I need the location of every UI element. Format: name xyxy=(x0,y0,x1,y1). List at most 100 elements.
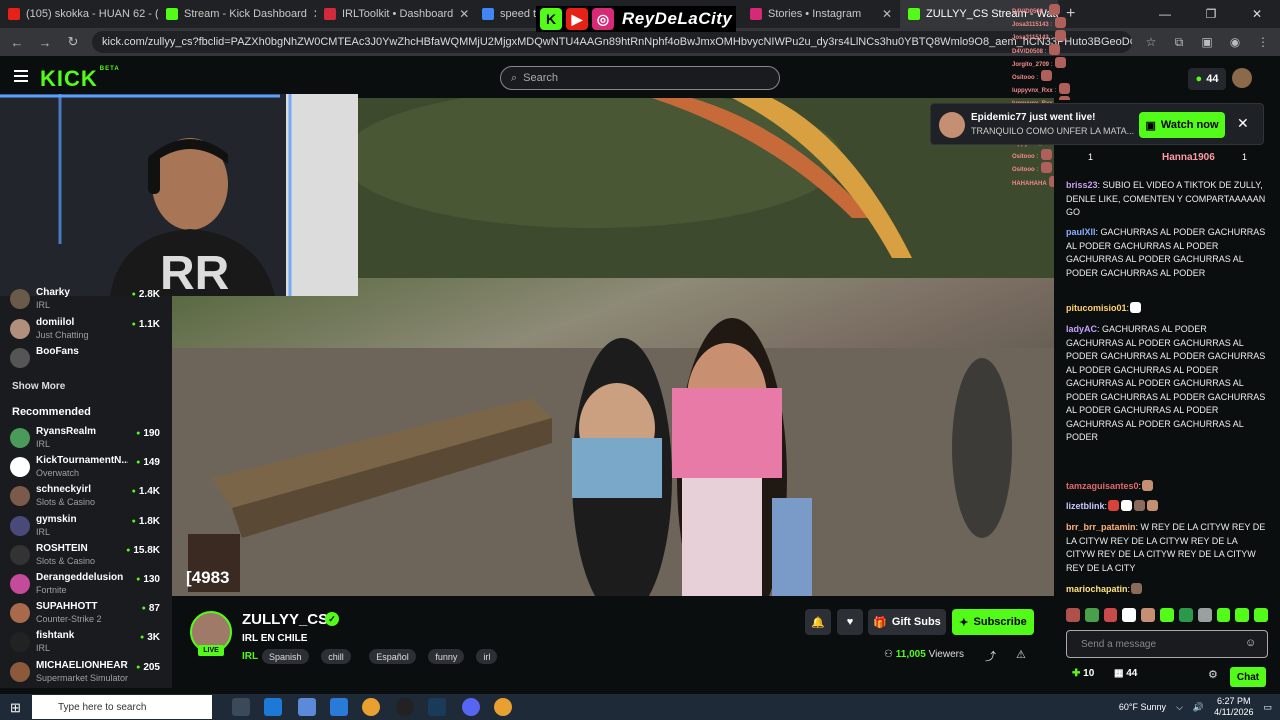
sidebar-channel[interactable]: gymskinIRL 1.8K xyxy=(10,513,168,539)
chat-send-button[interactable]: Chat xyxy=(1230,667,1266,687)
kick-logo[interactable]: KICK BETA xyxy=(40,66,120,92)
tab-favicon-icon xyxy=(324,8,336,20)
sidebar-channel[interactable]: schneckyirlSlots & Casino 1.4K xyxy=(10,483,168,509)
clock[interactable]: 6:27 PM 4/11/2026 xyxy=(1214,696,1253,718)
chat-settings-icon[interactable]: ⚙ xyxy=(1208,668,1218,681)
emote-icon[interactable] xyxy=(1216,608,1231,622)
chat-points[interactable]: ✚ 10 xyxy=(1072,668,1094,679)
chat-gifts[interactable]: ▦ 44 xyxy=(1114,668,1137,679)
emote-icon[interactable] xyxy=(1235,608,1250,622)
back-icon[interactable]: ← xyxy=(8,35,26,50)
watch-now-button[interactable]: ▣ Watch now xyxy=(1139,112,1225,138)
chrome-icon[interactable] xyxy=(362,698,380,716)
emoji-icon[interactable]: ☺ xyxy=(1245,637,1256,649)
profile-icon[interactable]: ◉ xyxy=(1226,35,1244,49)
obs-icon[interactable] xyxy=(396,698,414,716)
chat-input[interactable]: Send a message xyxy=(1066,630,1268,658)
chat-username[interactable]: paulXll xyxy=(1066,227,1096,237)
bookmark-star-icon[interactable]: ☆ xyxy=(1142,35,1160,49)
chat-username[interactable]: lizetblink xyxy=(1066,501,1105,511)
menu-icon[interactable]: ⋮ xyxy=(1254,35,1272,49)
task-view-icon[interactable] xyxy=(232,698,250,716)
sidebar-channel[interactable]: domiilol Just Chatting 1.1K xyxy=(10,316,168,342)
volume-icon[interactable]: 🔊 xyxy=(1193,702,1204,713)
show-more-link[interactable]: Show More xyxy=(12,381,65,392)
browser-tab[interactable]: (105) skokka - HUAN 62 - (Video)✕ xyxy=(0,0,158,28)
sidebar-channel[interactable]: ROSHTEINSlots & Casino 15.8K xyxy=(10,542,168,568)
minimize-button[interactable]: — xyxy=(1142,7,1188,21)
tab-close-icon[interactable]: ✕ xyxy=(459,7,469,21)
emote-icon[interactable] xyxy=(1178,608,1193,622)
close-window-button[interactable]: ✕ xyxy=(1234,7,1280,21)
gift-subs-button[interactable]: 🎁 Gift Subs xyxy=(868,609,946,635)
stream-tag[interactable]: chill xyxy=(321,649,351,664)
notification-center-icon[interactable]: ▭ xyxy=(1263,702,1272,713)
user-avatar[interactable] xyxy=(1232,68,1252,88)
sidebar-channel[interactable]: fishtankIRL 3K xyxy=(10,629,168,655)
stream-tag[interactable]: irl xyxy=(476,649,498,664)
emote-icon[interactable] xyxy=(1197,608,1212,622)
chat-username[interactable]: tamzaguisantes0 xyxy=(1066,481,1139,491)
emote-icon[interactable] xyxy=(1122,608,1137,622)
sidebar-channel[interactable]: Derangeddelusion Fortnite 130 xyxy=(10,571,168,597)
follow-button[interactable]: ♥ xyxy=(837,609,863,635)
reload-icon[interactable]: ↻ xyxy=(64,34,82,50)
emote-icon[interactable] xyxy=(1254,608,1268,622)
sidebar-channel[interactable]: RyansRealm IRL 190 xyxy=(10,425,168,451)
browser-tab[interactable]: Stories • Instagram ✕ xyxy=(742,0,900,28)
extensions-icon[interactable]: ⧉ xyxy=(1170,35,1188,50)
subscribe-button[interactable]: ✦ Subscribe xyxy=(952,609,1034,635)
channel-points-badge[interactable]: ● 44 xyxy=(1188,68,1226,90)
emote-icon[interactable] xyxy=(1141,608,1156,622)
emote-icon[interactable] xyxy=(1160,608,1174,622)
sidebar-channel[interactable]: SUPAHHOTTCounter-Strike 2 87 xyxy=(10,600,168,626)
steam-icon[interactable] xyxy=(428,698,446,716)
report-icon[interactable]: ⚠ xyxy=(1016,648,1026,661)
chat-username[interactable]: mariochapatin xyxy=(1066,584,1128,594)
store-icon[interactable] xyxy=(330,698,348,716)
hamburger-menu-icon[interactable] xyxy=(14,70,28,82)
notification-bell-button[interactable]: 🔔 xyxy=(805,609,831,635)
url-field[interactable]: kick.com/zullyy_cs?fbclid=PAZXh0bgNhZW0C… xyxy=(92,31,1132,53)
close-notification-icon[interactable]: ✕ xyxy=(1237,115,1249,132)
emote-icon[interactable] xyxy=(1066,608,1080,622)
network-icon[interactable]: ⌵ xyxy=(1176,702,1183,713)
recommended-heading: Recommended xyxy=(12,406,91,418)
share-icon[interactable]: ⤴ xyxy=(985,648,996,664)
stream-category[interactable]: IRL xyxy=(242,651,258,662)
search-input[interactable]: ⌕ Search xyxy=(500,66,780,90)
channel-avatar xyxy=(10,428,30,448)
sidebar-channel[interactable]: BooFans xyxy=(10,345,168,371)
streamer-name[interactable]: ZULLYY_CS xyxy=(242,611,328,628)
sidebar-channel[interactable]: KickTournamentN...Overwatch 149 xyxy=(10,454,168,480)
overlay-chat-line: D4V/D0508 : xyxy=(1012,43,1092,57)
browser-tab[interactable]: Stream - Kick Dashboard✕ xyxy=(158,0,316,28)
forward-icon[interactable]: → xyxy=(36,35,54,50)
windows-start-icon[interactable]: ⊞ xyxy=(10,700,21,716)
sidebar-channel[interactable]: Charky IRL 2.8K xyxy=(10,286,168,312)
taskbar-search[interactable]: Type here to search xyxy=(32,695,212,719)
browser-tab[interactable]: IRLToolkit • Dashboard ✕ xyxy=(316,0,474,28)
edge-icon[interactable] xyxy=(264,698,282,716)
stream-tag[interactable]: Spanish xyxy=(262,649,309,664)
channel-category: Slots & Casino xyxy=(36,555,96,566)
stream-tag[interactable]: Español xyxy=(369,649,416,664)
system-tray: 60°F Sunny ⌵ 🔊 6:27 PM 4/11/2026 ▭ xyxy=(1119,696,1272,718)
chat-username[interactable]: pitucomisio01 xyxy=(1066,303,1127,313)
restore-button[interactable]: ❐ xyxy=(1188,7,1234,21)
photos-icon[interactable] xyxy=(298,698,316,716)
chat-username[interactable]: briss23 xyxy=(1066,180,1098,190)
discord-icon[interactable] xyxy=(462,698,480,716)
sidebar-channel[interactable]: MICHAELIONHEARTSupermarket Simulator 205 xyxy=(10,659,168,685)
tab-label: Stories • Instagram xyxy=(768,8,862,20)
chat-username[interactable]: ladyAC xyxy=(1066,324,1097,334)
sidebar-icon[interactable]: ▣ xyxy=(1198,35,1216,49)
chrome-active-icon[interactable] xyxy=(494,698,512,716)
chat-username[interactable]: brr_brr_patamin xyxy=(1066,522,1136,532)
emote-icon[interactable] xyxy=(1084,608,1099,622)
tab-close-icon[interactable]: ✕ xyxy=(882,7,892,21)
weather-widget[interactable]: 60°F Sunny xyxy=(1119,702,1166,712)
pinned-user[interactable]: Hanna1906 xyxy=(1162,152,1215,163)
emote-icon[interactable] xyxy=(1103,608,1118,622)
stream-tag[interactable]: funny xyxy=(428,649,465,664)
